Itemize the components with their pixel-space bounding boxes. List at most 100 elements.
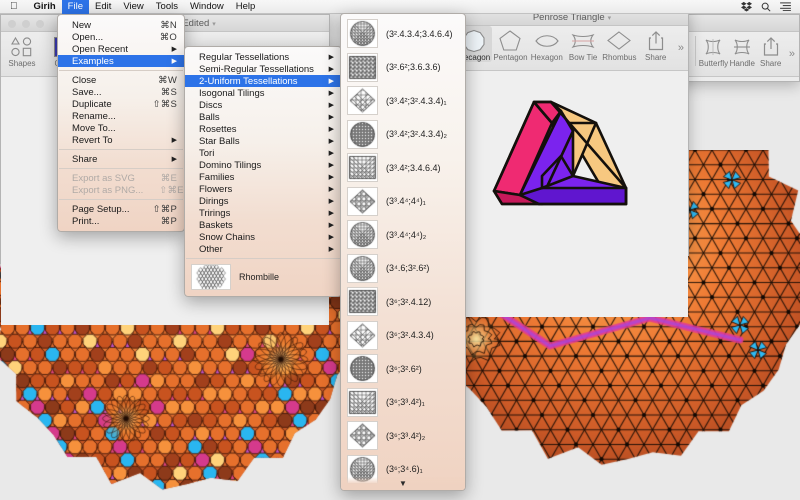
right-window-toolbar[interactable]: » Butterfly Handle xyxy=(677,32,799,77)
toolbar-item-rhombus[interactable]: Rhombus xyxy=(601,26,637,62)
chevron-down-icon[interactable]: ▾ xyxy=(608,15,612,22)
penrose-document-window[interactable]: Penrose Triangle▾ Decagon Pentagon xyxy=(455,8,689,256)
menubar-item-tools[interactable]: Tools xyxy=(150,0,184,14)
file-menu-item-close[interactable]: Close⌘W xyxy=(58,74,184,86)
toolbar-overflow-right[interactable]: » xyxy=(785,48,799,60)
examples-menu-item-other[interactable]: Other▶ xyxy=(185,243,341,255)
toolbar-overflow[interactable]: » xyxy=(674,42,688,54)
toolbar-item-bowtie[interactable]: Bow Tie xyxy=(565,26,601,62)
shapes-label: Shapes xyxy=(8,59,35,68)
file-menu[interactable]: New⌘NOpen...⌘OOpen Recent▶Examples▶ Close… xyxy=(57,14,185,232)
menubar-item-window[interactable]: Window xyxy=(184,0,230,14)
examples-menu-item-flowers[interactable]: Flowers▶ xyxy=(185,183,341,195)
examples-menu-item-balls[interactable]: Balls▶ xyxy=(185,111,341,123)
file-menu-item-open[interactable]: Open...⌘O xyxy=(58,31,184,43)
menu-item-label: Snow Chains xyxy=(199,232,255,243)
tessellation-menu-item[interactable]: (3⁶;3³.4²)₁ xyxy=(341,386,465,420)
toolbar-item-hexagon[interactable]: Hexagon xyxy=(529,26,565,62)
tessellation-menu-item[interactable]: (3².4.3.4;3.4.6.4) xyxy=(341,17,465,51)
examples-menu-item-trirings[interactable]: Trirings▶ xyxy=(185,207,341,219)
penrose-canvas[interactable] xyxy=(456,71,688,317)
penrose-window-toolbar[interactable]: Decagon Pentagon Hexagon xyxy=(456,26,688,71)
menu-item-label: Export as SVG xyxy=(72,173,135,184)
toolbar-item-shapes[interactable]: Shapes xyxy=(1,32,43,68)
scroll-down-arrow[interactable]: ▼ xyxy=(341,477,465,490)
tessellation-menu-item[interactable]: (3⁶;3².4.3.4) xyxy=(341,319,465,353)
dropbox-icon[interactable] xyxy=(741,1,752,12)
tessellation-menu-item[interactable]: (3³.4²;3².4.3.4)₂ xyxy=(341,118,465,152)
menu-item-label: Families xyxy=(199,172,234,183)
toolbar-item-pentagon[interactable]: Pentagon xyxy=(492,26,528,62)
menu-item-label: Print... xyxy=(72,216,99,227)
menubar-item-view[interactable]: View xyxy=(117,0,149,14)
file-menu-item-page-setup[interactable]: Page Setup...⇧⌘P xyxy=(58,203,184,215)
menubar-item-help[interactable]: Help xyxy=(230,0,262,14)
toolbar-item-butterfly[interactable]: Butterfly xyxy=(699,32,728,68)
file-menu-item-print[interactable]: Print... ⌘P xyxy=(58,215,184,227)
submenu-arrow-icon: ▶ xyxy=(315,233,334,241)
tessellation-label: (3⁶;3².4.3.4) xyxy=(386,330,434,340)
file-menu-item-new[interactable]: New⌘N xyxy=(58,19,184,31)
right-document-window[interactable]: » Butterfly Handle xyxy=(676,14,800,82)
examples-menu-item-snow-chains[interactable]: Snow Chains ▶ xyxy=(185,231,341,243)
rhombus-icon xyxy=(606,29,632,52)
examples-menu-item-families[interactable]: Families ▶ xyxy=(185,171,341,183)
examples-menu-item-isogonal-tilings[interactable]: Isogonal Tilings▶ xyxy=(185,87,341,99)
chevron-down-icon[interactable]: ▾ xyxy=(212,21,216,28)
tessellation-menu-item[interactable]: (3⁶;3³.4²)₂ xyxy=(341,419,465,453)
tessellation-menu-item[interactable]: (3⁶;3².6²) xyxy=(341,352,465,386)
tessellation-menu-item[interactable]: (3³.4⁴;4⁴)₁ xyxy=(341,185,465,219)
toolbar-item-share[interactable]: Share xyxy=(757,32,785,68)
examples-menu-item-dirings[interactable]: Dirings▶ xyxy=(185,195,341,207)
examples-menu-item-baskets[interactable]: Baskets▶ xyxy=(185,219,341,231)
pentagon-label: Pentagon xyxy=(493,53,527,62)
file-menu-item-open-recent[interactable]: Open Recent▶ xyxy=(58,43,184,55)
menu-item-shortcut: ⌘N xyxy=(144,20,177,31)
file-menu-item-rename[interactable]: Rename... xyxy=(58,110,184,122)
tessellation-menu-item[interactable]: (3⁴.6;3².6²) xyxy=(341,252,465,286)
file-menu-item-move-to[interactable]: Move To... xyxy=(58,122,184,134)
examples-menu-item-domino-tilings[interactable]: Domino Tilings▶ xyxy=(185,159,341,171)
butterfly-icon xyxy=(701,35,725,58)
tessellation-menu-item[interactable]: (3³.4²;3².4.3.4)₁ xyxy=(341,84,465,118)
file-menu-item-share[interactable]: Share▶ xyxy=(58,153,184,165)
menubar-item-girih[interactable]: Girih xyxy=(28,0,62,14)
toolbar-item-handle[interactable]: Handle xyxy=(728,32,756,68)
menu-item-shortcut: ⌘P xyxy=(145,216,177,227)
tessellation-menu-item[interactable]: (3⁶;3².4.12) xyxy=(341,285,465,319)
tiling-thumb-4 xyxy=(347,120,378,149)
hexagon-lens-icon xyxy=(534,29,560,52)
menu-item-label: Star Balls xyxy=(199,136,240,147)
file-menu-item-duplicate[interactable]: Duplicate⇧⌘S xyxy=(58,98,184,110)
menubar-item-edit[interactable]: Edit xyxy=(89,0,117,14)
apple-logo-icon[interactable]:  xyxy=(10,2,18,12)
list-icon[interactable] xyxy=(780,2,791,11)
tiling-thumb-8 xyxy=(347,254,378,283)
tessellation-label: (3³.4²;3².4.3.4)₂ xyxy=(386,129,447,139)
rhombille-menu-item[interactable]: Rhombille xyxy=(185,262,341,292)
toolbar-item-share[interactable]: Share xyxy=(638,26,674,62)
submenu-arrow-icon: ▶ xyxy=(315,77,334,85)
tessellation-menu-item[interactable]: (3².6²;3.6.3.6) xyxy=(341,51,465,85)
file-menu-item-save[interactable]: Save...⌘S xyxy=(58,86,184,98)
search-icon[interactable] xyxy=(761,2,771,12)
examples-menu-item-discs[interactable]: Discs▶ xyxy=(185,99,341,111)
tessellation-menu-item[interactable]: (3³.4²;3.4.6.4) xyxy=(341,151,465,185)
menubar-item-file[interactable]: File xyxy=(62,0,89,14)
tessellations-submenu[interactable]: (3².4.3.4;3.4.6.4)(3².6²;3.6.3.6)(3³.4²;… xyxy=(340,13,466,491)
right-window-titlebar[interactable] xyxy=(677,15,799,32)
examples-menu-item-semi-regular-tessellations[interactable]: Semi-Regular Tessellations▶ xyxy=(185,63,341,75)
examples-submenu[interactable]: Regular Tessellations▶Semi-Regular Tesse… xyxy=(184,46,342,297)
examples-menu-item-regular-tessellations[interactable]: Regular Tessellations▶ xyxy=(185,51,341,63)
menu-item-label: Dirings xyxy=(199,196,229,207)
tessellation-menu-item[interactable]: (3³.4⁴;4⁴)₂ xyxy=(341,218,465,252)
submenu-arrow-icon: ▶ xyxy=(315,173,334,181)
examples-menu-item-star-balls[interactable]: Star Balls▶ xyxy=(185,135,341,147)
examples-menu-item-tori[interactable]: Tori▶ xyxy=(185,147,341,159)
menubar[interactable]:  Girih File Edit View Tools Window Help xyxy=(0,0,800,14)
file-menu-item-examples[interactable]: Examples▶ xyxy=(58,55,184,67)
submenu-arrow-icon: ▶ xyxy=(315,113,334,121)
examples-menu-item-2-uniform-tessellations[interactable]: 2-Uniform Tessellations▶ xyxy=(185,75,341,87)
file-menu-item-revert-to[interactable]: Revert To▶ xyxy=(58,134,184,146)
examples-menu-item-rosettes[interactable]: Rosettes▶ xyxy=(185,123,341,135)
